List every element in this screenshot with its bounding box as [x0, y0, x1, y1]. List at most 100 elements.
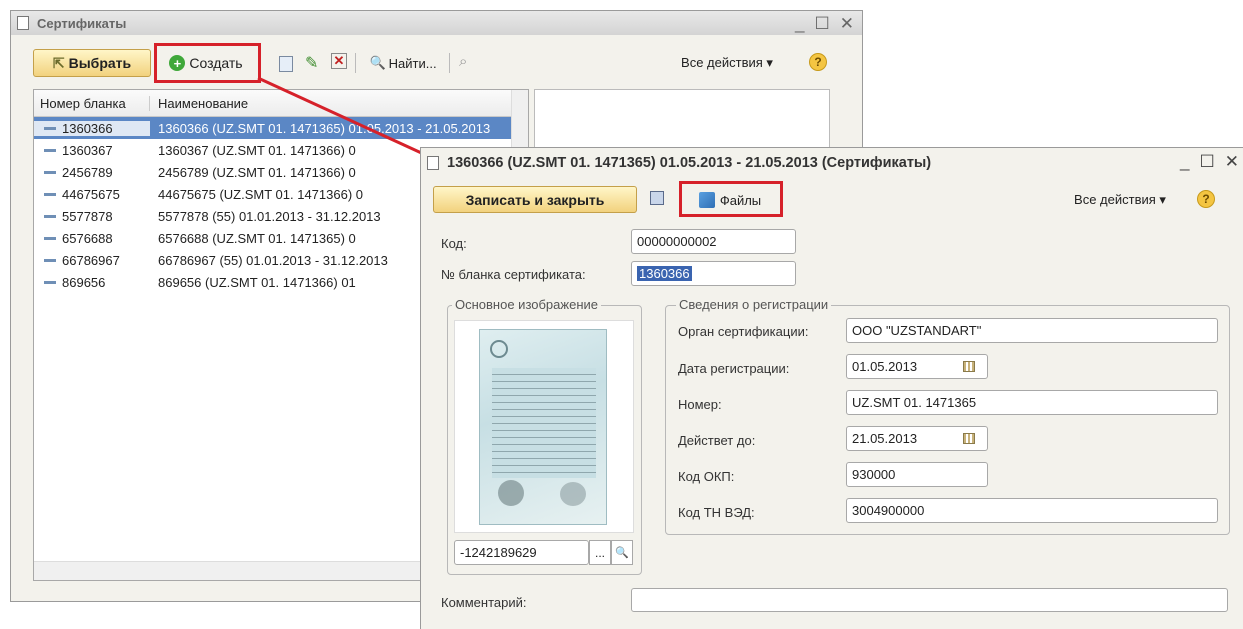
files-highlight-box — [679, 181, 783, 217]
item-icon — [44, 148, 56, 152]
registration-date-field[interactable]: 01.05.2013 — [846, 354, 988, 379]
tnved-code-field[interactable]: 3004900000 — [846, 498, 1218, 523]
certificate-seal-right-icon — [560, 482, 586, 506]
valid-until-label: Действет до: — [678, 433, 756, 448]
toolbar-separator — [449, 53, 450, 73]
form-window-titlebar[interactable]: 1360366 (UZ.SMT 01. 1471365) 01.05.2013 … — [421, 148, 1243, 178]
save-icon[interactable] — [650, 191, 664, 205]
find-button-label: Найти... — [388, 55, 437, 71]
find-button[interactable]: 🔍 Найти... — [363, 51, 443, 75]
maximize-icon[interactable]: ☐ — [1200, 152, 1215, 172]
image-select-button[interactable]: ... — [589, 540, 611, 565]
row-number-cell: 5577878 — [34, 209, 150, 224]
item-icon — [44, 192, 56, 196]
blank-number-value: 1360366 — [637, 266, 692, 281]
row-number: 2456789 — [62, 164, 113, 180]
comment-field[interactable] — [631, 588, 1228, 612]
comment-label: Комментарий: — [441, 595, 527, 610]
list-window-controls: _ ☐ ✕ — [795, 14, 854, 34]
help-icon[interactable]: ? — [809, 53, 827, 71]
select-button[interactable]: ⇱ Выбрать — [33, 49, 151, 77]
item-icon — [44, 258, 56, 262]
code-value: 00000000002 — [637, 234, 717, 249]
list-window-titlebar[interactable]: Сертификаты _ ☐ ✕ — [11, 11, 862, 35]
certificate-scan — [479, 329, 607, 525]
code-field[interactable]: 00000000002 — [631, 229, 796, 254]
blank-number-field[interactable]: 1360366 — [631, 261, 796, 286]
certificate-form-window: 1360366 (UZ.SMT 01. 1471365) 01.05.2013 … — [420, 147, 1243, 629]
okp-code-value: 930000 — [852, 467, 896, 482]
organ-field[interactable]: ООО "UZSTANDART" — [846, 318, 1218, 343]
maximize-icon[interactable]: ☐ — [815, 14, 830, 34]
row-number: 66786967 — [62, 252, 120, 268]
copy-icon[interactable] — [279, 56, 293, 72]
certificate-emblem-icon — [490, 340, 508, 358]
certificate-seal-left-icon — [498, 480, 524, 506]
main-image-group-title: Основное изображение — [452, 297, 601, 312]
item-icon — [44, 170, 56, 174]
cancel-search-icon[interactable]: ⌕ — [459, 53, 467, 70]
vertical-scrollbar[interactable] — [511, 90, 528, 150]
form-window-title: 1360366 (UZ.SMT 01. 1471365) 01.05.2013 … — [447, 155, 932, 171]
row-number-cell: 869656 — [34, 275, 150, 290]
registration-date-value: 01.05.2013 — [852, 359, 918, 374]
row-number: 1360367 — [62, 142, 113, 158]
minimize-icon[interactable]: _ — [795, 14, 804, 34]
magnifier-icon: 🔍 — [615, 547, 629, 559]
tnved-code-value: 3004900000 — [852, 503, 925, 518]
help-icon[interactable]: ? — [1197, 190, 1215, 208]
list-all-actions-button[interactable]: Все действия ▾ — [667, 51, 787, 75]
list-window-title: Сертификаты — [37, 15, 127, 31]
delete-icon[interactable]: ✕ — [331, 53, 347, 69]
image-id-value: -1242189629 — [460, 545, 537, 560]
row-number: 5577878 — [62, 208, 113, 224]
create-highlight-box — [154, 43, 261, 83]
form-all-actions-label: Все действия ▾ — [1074, 192, 1166, 207]
row-number-cell: 66786967 — [34, 253, 150, 268]
row-number: 44675675 — [62, 186, 120, 202]
image-open-button[interactable]: 🔍 — [611, 540, 633, 565]
image-id-field[interactable]: -1242189629 — [454, 540, 589, 565]
number-label: Номер: — [678, 397, 722, 412]
number-field[interactable]: UZ.SMT 01. 1471365 — [846, 390, 1218, 415]
certificate-text-lines — [492, 368, 596, 478]
row-number-cell: 44675675 — [34, 187, 150, 202]
row-number: 1360366 — [62, 120, 113, 136]
row-number-cell: 2456789 — [34, 165, 150, 180]
column-header-name[interactable]: Наименование — [150, 96, 528, 111]
valid-until-value: 21.05.2013 — [852, 431, 918, 446]
row-name: 1360366 (UZ.SMT 01. 1471365) 01.05.2013 … — [158, 120, 491, 136]
row-number: 6576688 — [62, 230, 113, 246]
list-all-actions-label: Все действия ▾ — [681, 55, 773, 70]
save-and-close-label: Записать и закрыть — [465, 191, 605, 208]
tnved-code-label: Код ТН ВЭД: — [678, 505, 755, 520]
certificate-image[interactable] — [454, 320, 634, 533]
select-button-label: Выбрать — [68, 55, 132, 71]
save-and-close-button[interactable]: Записать и закрыть — [433, 186, 637, 213]
registration-group: Сведения о регистрации Орган сертификаци… — [665, 297, 1230, 535]
blank-number-label: № бланка сертификата: — [441, 267, 586, 282]
registration-group-title: Сведения о регистрации — [676, 297, 832, 312]
edit-pencil-icon[interactable]: ✎ — [305, 53, 318, 73]
okp-code-field[interactable]: 930000 — [846, 462, 988, 487]
calendar-icon[interactable] — [963, 433, 975, 444]
form-window-controls: _ ☐ ✕ — [1180, 152, 1239, 172]
column-header-number[interactable]: Номер бланка — [34, 95, 150, 111]
form-all-actions-button[interactable]: Все действия ▾ — [1055, 188, 1185, 212]
row-number-cell: 1360367 — [34, 143, 150, 158]
calendar-icon[interactable] — [963, 361, 975, 372]
table-row[interactable]: 1360366 1360366 (UZ.SMT 01. 1471365) 01.0… — [34, 117, 528, 139]
document-icon — [17, 16, 29, 30]
valid-until-field[interactable]: 21.05.2013 — [846, 426, 988, 451]
item-icon — [44, 236, 56, 240]
number-value: UZ.SMT 01. 1471365 — [852, 395, 977, 410]
row-number-cell: 6576688 — [34, 231, 150, 246]
organ-value: ООО "UZSTANDART" — [852, 323, 982, 338]
close-icon[interactable]: ✕ — [840, 14, 854, 34]
registration-date-label: Дата регистрации: — [678, 361, 790, 376]
close-icon[interactable]: ✕ — [1225, 152, 1239, 172]
row-number: 869656 — [62, 274, 106, 290]
minimize-icon[interactable]: _ — [1180, 152, 1189, 172]
item-icon — [44, 126, 56, 130]
row-number-cell: 1360366 — [34, 120, 150, 136]
